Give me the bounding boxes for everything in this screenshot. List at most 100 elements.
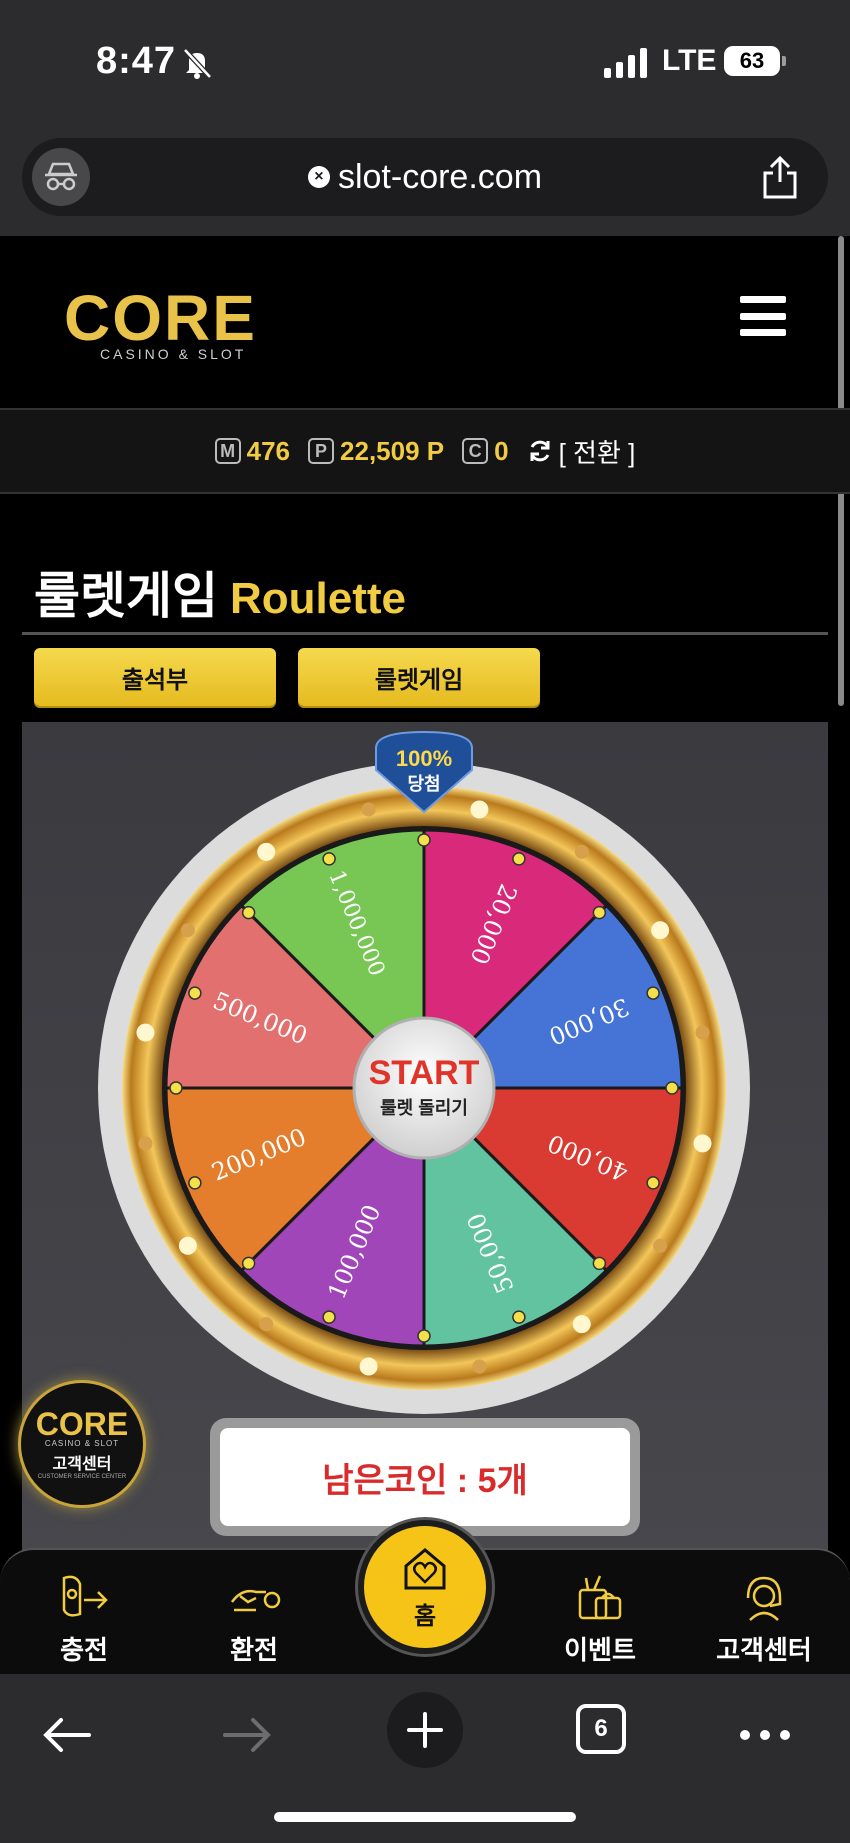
- point-value: 22,509 P: [340, 435, 445, 466]
- wheel-light-bulb: [574, 844, 589, 859]
- refresh-icon: [530, 440, 550, 462]
- nav-support[interactable]: 고객센터: [694, 1570, 834, 1667]
- nav-home[interactable]: 홈: [358, 1520, 492, 1654]
- wheel-light-bulb: [572, 1315, 591, 1334]
- status-bar: 8:47 LTE 63: [0, 0, 850, 130]
- coin-value: 0: [494, 435, 509, 466]
- cs-logo-sub: CASINO & SLOT: [44, 1438, 120, 1448]
- wheel-light-bulb: [693, 1134, 712, 1153]
- wheel-light-bulb: [136, 1023, 155, 1042]
- more-button[interactable]: [730, 1700, 800, 1770]
- wheel-rim-dot: [646, 986, 660, 1000]
- coin-balance: C 0: [462, 435, 509, 467]
- nav-exchange[interactable]: 환전: [184, 1570, 324, 1667]
- remaining-coins-box: 남은코인 : 5개: [210, 1418, 640, 1536]
- money-value: 476: [246, 435, 291, 466]
- floating-customer-service-button[interactable]: CORE CASINO & SLOT 고객센터 CUSTOMER SERVICE…: [18, 1380, 146, 1508]
- gift-icon: [578, 1575, 622, 1620]
- money-balance: M 476: [214, 435, 291, 467]
- title-divider: [22, 632, 828, 635]
- wheel-light-bulb: [359, 1357, 378, 1376]
- start-sublabel: 룰렛 돌리기: [380, 1098, 468, 1118]
- wheel-rim-dot: [665, 1081, 679, 1095]
- home-indicator: [274, 1812, 576, 1822]
- share-icon[interactable]: [760, 156, 800, 200]
- network-type: LTE: [662, 44, 717, 77]
- clear-icon[interactable]: ×: [307, 166, 330, 188]
- convert-button[interactable]: [ 전환 ]: [527, 433, 636, 470]
- signal-icon: [604, 48, 647, 78]
- c-icon: C: [462, 438, 489, 464]
- tabs-button[interactable]: 6: [576, 1704, 626, 1754]
- wheel-light-bulb: [259, 1317, 274, 1332]
- start-label[interactable]: START: [369, 1054, 480, 1092]
- incognito-icon: [45, 162, 77, 191]
- badge-top: 100%: [396, 746, 452, 771]
- url-text[interactable]: slot-core.com: [338, 158, 542, 197]
- nav-charge-label: 충전: [60, 1635, 108, 1665]
- wheel-light-bulb: [180, 923, 195, 938]
- wheel-rim-dot: [512, 852, 526, 866]
- nav-event-label: 이벤트: [564, 1635, 636, 1665]
- exchange-icon: [230, 1589, 281, 1612]
- wheel-rim-dot: [188, 1176, 202, 1190]
- bell-muted-icon: [183, 48, 212, 79]
- browser-address-area: × slot-core.com: [0, 130, 850, 236]
- wheel-rim-dot: [322, 1310, 336, 1324]
- wheel-rim-dot: [592, 1256, 607, 1271]
- nav-support-label: 고객센터: [716, 1635, 812, 1665]
- forward-arrow-icon: [223, 1718, 271, 1752]
- wheel-rim-dot: [188, 986, 202, 1000]
- wheel-rim-dot: [169, 1081, 183, 1095]
- wheel-light-bulb: [257, 842, 276, 861]
- point-balance: P 22,509 P: [308, 436, 444, 467]
- page-title-en: Roulette: [230, 574, 406, 623]
- wheel-light-bulb: [178, 1236, 197, 1255]
- tab-attendance[interactable]: 출석부: [34, 648, 276, 706]
- p-icon: P: [308, 438, 335, 464]
- charge-icon: [62, 1575, 108, 1617]
- forward-button[interactable]: [212, 1700, 282, 1770]
- wheel-rim-dot: [417, 833, 431, 847]
- address-bar[interactable]: × slot-core.com: [22, 138, 828, 216]
- nav-event[interactable]: 이벤트: [530, 1570, 670, 1667]
- badge-bottom: 당첨: [407, 774, 440, 794]
- cs-sub-label: CUSTOMER SERVICE CENTER: [37, 1473, 127, 1480]
- cs-label: 고객센터: [52, 1455, 112, 1473]
- new-tab-button[interactable]: [387, 1692, 463, 1768]
- wheel-rim-dot: [322, 852, 336, 866]
- hamburger-menu-icon[interactable]: [740, 296, 786, 336]
- plus-icon: [407, 1712, 443, 1748]
- wheel-light-bulb: [695, 1025, 710, 1040]
- logo-subtitle: CASINO & SLOT: [100, 346, 247, 362]
- wheel-light-bulb: [138, 1136, 153, 1151]
- headset-icon: [746, 1576, 782, 1621]
- wheel-rim-dot: [512, 1310, 526, 1324]
- app-root: 8:47 LTE 63 × slot-core.com CORE CASINO …: [0, 0, 850, 1843]
- wheel-light-bulb: [361, 802, 376, 817]
- points-bar: M 476 P 22,509 P C 0 [ 전환 ]: [0, 408, 850, 494]
- back-button[interactable]: [32, 1700, 102, 1770]
- wheel-light-bulb: [653, 1238, 668, 1253]
- wheel-light-bulb: [472, 1359, 487, 1374]
- nav-home-label: 홈: [413, 1602, 437, 1630]
- wheel-rim-dot: [241, 1256, 256, 1271]
- wheel-rim-dot: [646, 1176, 660, 1190]
- status-time: 8:47: [96, 40, 177, 82]
- wheel-rim-dot: [241, 905, 256, 920]
- m-icon: M: [214, 438, 241, 464]
- remaining-coins-label: 남은코인 : 5개: [220, 1428, 630, 1526]
- back-arrow-icon: [43, 1718, 91, 1752]
- wheel-rim-dot: [417, 1329, 431, 1343]
- cs-logo: CORE: [35, 1405, 129, 1442]
- private-browsing-button[interactable]: [32, 148, 90, 206]
- home-heart-icon: [404, 1547, 446, 1589]
- battery-indicator: 63: [724, 46, 786, 76]
- page-title-ko: 룰렛게임: [34, 568, 218, 624]
- core-logo[interactable]: CORE CASINO & SLOT: [64, 286, 264, 366]
- tab-roulette[interactable]: 룰렛게임: [298, 648, 540, 706]
- nav-charge[interactable]: 충전: [14, 1570, 154, 1667]
- nav-exchange-label: 환전: [230, 1635, 278, 1665]
- wheel-light-bulb: [470, 800, 489, 819]
- convert-label: [ 전환 ]: [558, 437, 636, 468]
